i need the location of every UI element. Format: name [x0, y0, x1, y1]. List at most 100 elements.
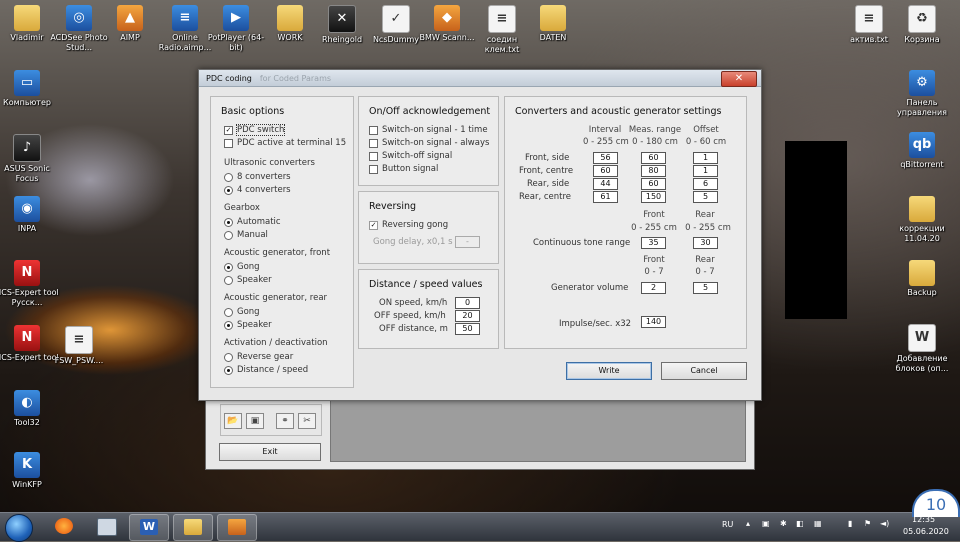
- write-button[interactable]: Write: [566, 362, 652, 380]
- switch-on-once-checkbox[interactable]: Switch-on signal - 1 time: [369, 125, 488, 135]
- desktop-icon-left-4[interactable]: N NCS-Expert tool Русск...: [0, 260, 60, 308]
- window-title: PDC coding: [206, 73, 252, 83]
- radio-8-converters[interactable]: 8 converters: [224, 172, 291, 182]
- volume-front-field[interactable]: 2: [641, 282, 666, 294]
- tray-expand-icon[interactable]: ▴: [746, 519, 750, 528]
- calculator-icon: [97, 518, 117, 536]
- radio-4-converters[interactable]: 4 converters: [224, 185, 291, 195]
- impulse-field[interactable]: 140: [641, 316, 666, 328]
- reversing-group: Reversing ✓ Reversing gong Gong delay, x0…: [358, 191, 499, 264]
- rear-side-offset[interactable]: 6: [693, 178, 718, 190]
- radio-automatic[interactable]: Automatic: [224, 217, 281, 227]
- rear-centre-offset[interactable]: 5: [693, 191, 718, 203]
- interval-range: 0 - 255 cm: [583, 137, 629, 147]
- open-folder-icon[interactable]: 📂: [224, 413, 242, 429]
- battery-icon[interactable]: ▮: [848, 519, 852, 528]
- switch-on-always-checkbox[interactable]: Switch-on signal - always: [369, 138, 489, 148]
- ag-front-label: Acoustic generator, front: [224, 248, 331, 258]
- gong-delay-field[interactable]: -: [455, 236, 480, 248]
- volume-icon[interactable]: ◄): [880, 519, 889, 528]
- cancel-button[interactable]: Cancel: [661, 362, 747, 380]
- exit-button[interactable]: Exit: [219, 443, 321, 461]
- reversing-gong-checkbox[interactable]: ✓ Reversing gong: [369, 220, 448, 230]
- desktop-icon-right-2[interactable]: ⚙ Панель управления: [889, 70, 955, 118]
- meas-header: Meas. range: [628, 125, 682, 135]
- desktop-icon-right-1[interactable]: ♻ Корзина: [889, 5, 955, 45]
- front-centre-meas[interactable]: 80: [641, 165, 666, 177]
- on-speed-field[interactable]: 0: [455, 297, 480, 309]
- taskbar-firefox[interactable]: [45, 514, 83, 539]
- app-icon: ◐: [14, 390, 40, 416]
- desktop-icon-right-3[interactable]: qb qBittorrent: [889, 132, 955, 170]
- save-icon[interactable]: ▣: [246, 413, 264, 429]
- taskbar-word[interactable]: W: [129, 514, 169, 541]
- app-icon: N: [14, 325, 40, 351]
- basic-options-title: Basic options: [221, 106, 285, 117]
- app-icon: N: [14, 260, 40, 286]
- tone-rear-header: Rear: [695, 210, 715, 220]
- rear-side-interval[interactable]: 44: [593, 178, 618, 190]
- desktop-icon-top-9[interactable]: DATEN: [520, 5, 586, 43]
- text-file-icon: ≡: [65, 326, 93, 354]
- radio-reverse-gear[interactable]: Reverse gear: [224, 352, 293, 362]
- desktop-icon-left-6[interactable]: ◐ Tool32: [0, 390, 60, 428]
- desktop-icon-left-3[interactable]: ◉ INPA: [0, 196, 60, 234]
- binoculars-icon[interactable]: ⚭: [276, 413, 294, 429]
- interval-header: Interval: [588, 125, 622, 135]
- taskbar-explorer[interactable]: [173, 514, 213, 541]
- button-signal-checkbox[interactable]: Button signal: [369, 164, 438, 174]
- bluetooth-icon[interactable]: ✱: [780, 519, 787, 528]
- folder-icon: [184, 519, 202, 535]
- rear-centre-meas[interactable]: 150: [641, 191, 666, 203]
- desktop-icon-right-4[interactable]: коррекции 11.04.20: [889, 196, 955, 244]
- taskbar-calculator[interactable]: [87, 514, 125, 539]
- taskbar-ncs-app[interactable]: [217, 514, 257, 541]
- desktop-icon-fsw[interactable]: ≡ FSW_PSW....: [46, 326, 112, 366]
- app-icon: qb: [909, 132, 935, 158]
- rear-side-meas[interactable]: 60: [641, 178, 666, 190]
- tray-app2-icon[interactable]: ◧: [796, 519, 804, 528]
- desktop-icon-left-7[interactable]: K WinKFP: [0, 452, 60, 490]
- clock-date[interactable]: 05.06.2020: [903, 527, 949, 536]
- start-button[interactable]: [5, 514, 33, 542]
- radio-rear-gong[interactable]: Gong: [224, 307, 260, 317]
- tray-app-icon[interactable]: ▣: [762, 519, 770, 528]
- radio-distance-speed[interactable]: Distance / speed: [224, 365, 308, 375]
- radio-rear-speaker[interactable]: Speaker: [224, 320, 272, 330]
- radio-front-speaker[interactable]: Speaker: [224, 275, 272, 285]
- radio-icon: [224, 230, 233, 240]
- rear-centre-interval[interactable]: 61: [593, 191, 618, 203]
- volume-rear-header: Rear: [695, 255, 715, 265]
- switch-off-checkbox[interactable]: Switch-off signal: [369, 151, 452, 161]
- tool-icon[interactable]: ✂: [298, 413, 316, 429]
- action-center-icon[interactable]: ⚑: [864, 519, 871, 528]
- desktop-icon-right-6[interactable]: W Добавление блоков (оп...: [889, 324, 955, 374]
- volume-rear-field[interactable]: 5: [693, 282, 718, 294]
- off-speed-field[interactable]: 20: [455, 310, 480, 322]
- off-distance-label: OFF distance, m: [379, 324, 448, 334]
- desktop-icon-left-2[interactable]: ♪ ASUS Sonic Focus: [0, 134, 60, 184]
- offset-range: 0 - 60 cm: [685, 137, 727, 147]
- window-titlebar[interactable]: PDC coding for Coded Params: [199, 70, 761, 87]
- front-centre-offset[interactable]: 1: [693, 165, 718, 177]
- network-icon[interactable]: ▦: [814, 519, 822, 528]
- front-side-interval[interactable]: 56: [593, 152, 618, 164]
- desktop-icon-left-1[interactable]: ▭ Компьютер: [0, 70, 60, 108]
- radio-manual[interactable]: Manual: [224, 230, 268, 240]
- desktop-icon-right-5[interactable]: Backup: [889, 260, 955, 298]
- pdc-terminal-checkbox[interactable]: PDC active at terminal 15: [224, 138, 346, 148]
- tone-rear-field[interactable]: 30: [693, 237, 718, 249]
- pdc-switch-checkbox[interactable]: ✓ PDC switch: [224, 124, 286, 136]
- radio-icon: [224, 275, 233, 285]
- radio-front-gong[interactable]: Gong: [224, 262, 260, 272]
- app-icon: K: [14, 452, 40, 478]
- tone-front-field[interactable]: 35: [641, 237, 666, 249]
- front-side-meas[interactable]: 60: [641, 152, 666, 164]
- close-button[interactable]: ✕: [721, 71, 757, 87]
- off-speed-label: OFF speed, km/h: [374, 311, 446, 321]
- front-side-offset[interactable]: 1: [693, 152, 718, 164]
- row-front-side-label: Front, side: [525, 153, 570, 163]
- front-centre-interval[interactable]: 60: [593, 165, 618, 177]
- language-indicator[interactable]: RU: [722, 520, 733, 529]
- off-distance-field[interactable]: 50: [455, 323, 480, 335]
